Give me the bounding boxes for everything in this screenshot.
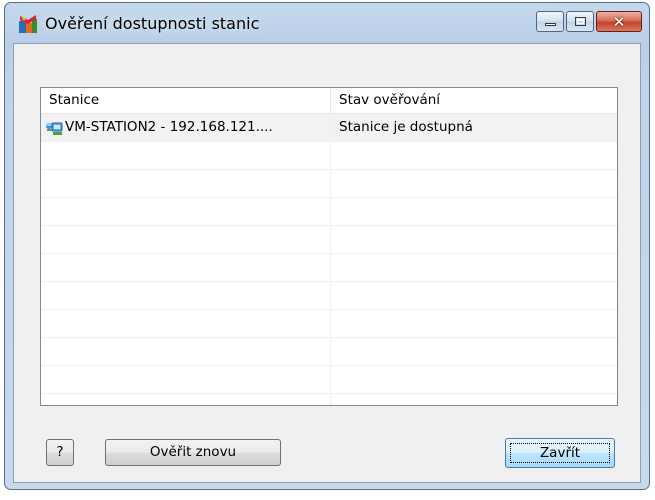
list-item-empty bbox=[41, 142, 617, 170]
station-status: Stanice je dostupná bbox=[339, 119, 473, 135]
network-station-icon bbox=[46, 122, 63, 135]
close-window-button[interactable]: ✕ bbox=[596, 11, 642, 32]
help-button[interactable]: ? bbox=[46, 439, 74, 466]
list-item-empty bbox=[41, 338, 617, 366]
close-button[interactable]: Zavřít bbox=[505, 438, 615, 468]
list-item-empty bbox=[41, 254, 617, 282]
station-cell: VM-STATION2 - 192.168.121.... bbox=[41, 114, 331, 140]
station-name: VM-STATION2 - 192.168.121.... bbox=[65, 119, 273, 135]
dialog-window: Ověření dostupnosti stanic ✕ Stanice Sta… bbox=[4, 2, 650, 490]
dialog-client-area: Stanice Stav ověřování VM-STATION2 - 192… bbox=[13, 43, 641, 483]
list-item-empty bbox=[41, 198, 617, 226]
stations-list[interactable]: Stanice Stav ověřování VM-STATION2 - 192… bbox=[40, 87, 618, 406]
list-item[interactable]: VM-STATION2 - 192.168.121.... Stanice je… bbox=[41, 114, 617, 142]
column-header-status[interactable]: Stav ověřování bbox=[331, 88, 617, 113]
close-button-label: Zavřít bbox=[539, 445, 581, 461]
caption-buttons: ✕ bbox=[534, 11, 642, 32]
list-item-empty bbox=[41, 366, 617, 394]
list-item-empty bbox=[41, 310, 617, 338]
avg-logo-icon bbox=[19, 15, 37, 33]
title-bar[interactable]: Ověření dostupnosti stanic ✕ bbox=[5, 3, 649, 43]
window-title: Ověření dostupnosti stanic bbox=[45, 14, 260, 33]
maximize-icon bbox=[575, 17, 586, 26]
recheck-button[interactable]: Ověřit znovu bbox=[105, 439, 281, 466]
column-header-station[interactable]: Stanice bbox=[41, 88, 331, 113]
list-item-empty bbox=[41, 226, 617, 254]
list-header: Stanice Stav ověřování bbox=[41, 88, 617, 114]
list-item-empty bbox=[41, 282, 617, 310]
maximize-button[interactable] bbox=[566, 11, 594, 32]
minimize-icon bbox=[545, 23, 556, 26]
list-item-empty bbox=[41, 394, 617, 405]
list-item-empty bbox=[41, 170, 617, 198]
close-icon: ✕ bbox=[612, 12, 626, 31]
minimize-button[interactable] bbox=[536, 11, 564, 32]
